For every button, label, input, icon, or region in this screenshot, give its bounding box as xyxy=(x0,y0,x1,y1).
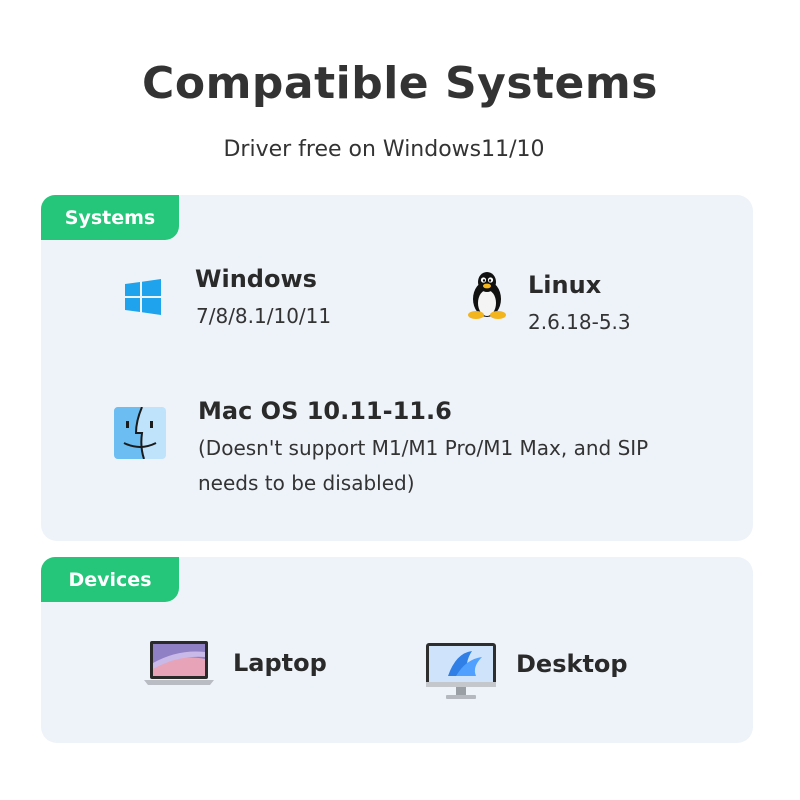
desktop-monitor-icon xyxy=(426,643,496,699)
systems-card: Systems Windows 7/8/8.1/10/11 Linux 2.6.… xyxy=(41,195,753,541)
page-subtitle: Driver free on Windows11/10 xyxy=(223,137,545,162)
laptop-icon xyxy=(144,641,214,685)
mac-note-line-1: (Doesn't support M1/M1 Pro/M1 Max, and S… xyxy=(198,436,649,460)
mac-note-line-2: needs to be disabled) xyxy=(198,471,415,495)
devices-badge: Devices xyxy=(41,557,179,602)
tux-penguin-icon xyxy=(468,272,506,319)
mac-name: Mac OS 10.11-11.6 xyxy=(198,397,452,425)
page-title: Compatible Systems xyxy=(142,58,658,109)
systems-badge: Systems xyxy=(41,195,179,240)
mac-note: (Doesn't support M1/M1 Pro/M1 Max, and S… xyxy=(198,431,718,501)
linux-versions: 2.6.18-5.3 xyxy=(528,310,631,334)
desktop-label: Desktop xyxy=(516,650,628,678)
windows-versions: 7/8/8.1/10/11 xyxy=(196,304,332,328)
mac-finder-icon xyxy=(114,407,166,459)
windows-logo-icon xyxy=(125,279,161,315)
linux-name: Linux xyxy=(528,271,602,299)
laptop-label: Laptop xyxy=(233,649,327,677)
windows-name: Windows xyxy=(195,265,317,293)
devices-card: Devices Laptop Desktop xyxy=(41,557,753,743)
